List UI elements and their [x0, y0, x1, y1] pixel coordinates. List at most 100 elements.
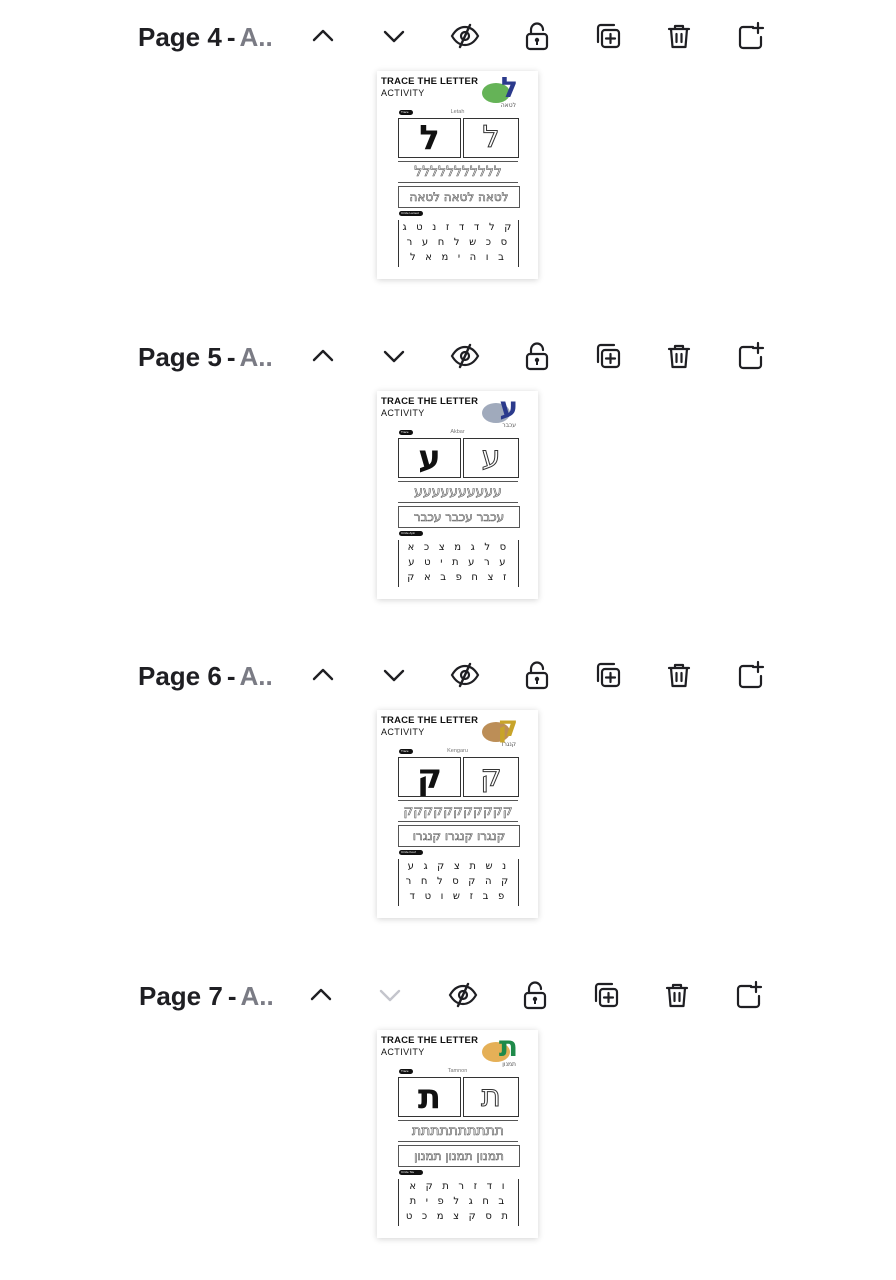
move-up-button[interactable]: [305, 338, 341, 374]
move-up-button[interactable]: [305, 18, 341, 54]
page-number: Page 6: [138, 661, 222, 691]
move-down-button[interactable]: [372, 977, 408, 1013]
page-title[interactable]: Page 4- A..: [138, 22, 273, 52]
lock-page-button[interactable]: [517, 977, 553, 1013]
trace-row-letters: קקקקקקקקקקק: [398, 800, 518, 822]
eye-slash-icon: [449, 659, 481, 691]
move-up-button[interactable]: [303, 977, 339, 1013]
featured-letter: ל: [501, 71, 518, 104]
add-page-icon: [734, 340, 766, 372]
letter-grid-row: ת ס ק צ מ כ ט: [405, 1211, 512, 1222]
letter-grid-row: ק ל ד ד ז נ ט ג: [402, 222, 515, 233]
letter-grid-row: נ ש ת צ ק ג ע: [407, 861, 510, 872]
hide-page-button[interactable]: [445, 977, 481, 1013]
worksheet-subtitle: ACTIVITY: [381, 408, 425, 418]
page-thumbnail[interactable]: TRACE THE LETTER ACTIVITY ת תמנון Tamnon Trac…: [377, 1030, 538, 1238]
featured-letter: ת: [498, 1030, 518, 1063]
duplicate-page-button[interactable]: [590, 18, 626, 54]
letter-grid-row: ו ד ז ר ת ק א: [409, 1181, 508, 1192]
page-thumbnail[interactable]: TRACE THE LETTER ACTIVITY ל לטאה Letah Trace ל…: [377, 71, 538, 279]
hebrew-word: עכבר: [502, 422, 516, 429]
worksheet-preview: TRACE THE LETTER ACTIVITY ל לטאה Letah Trace ל…: [377, 71, 538, 279]
trace-box-solid: ת: [398, 1077, 461, 1117]
trace-label-text: Trace: [401, 430, 409, 434]
delete-page-button[interactable]: [661, 18, 697, 54]
chevron-down-icon: [374, 979, 406, 1011]
page-entry: Page 4- A.. TRACE THE LETTER ACTIVITY ל לטאה L…: [0, 0, 896, 320]
chevron-up-icon: [307, 20, 339, 52]
lock-page-button[interactable]: [519, 657, 555, 693]
page-header: Page 5- A..: [0, 334, 896, 378]
letter-grid: נ ש ת צ ק ג ע ק ה ק ס ל ח ר פ ב ז ש ו ט ד: [398, 859, 519, 906]
worksheet-title: TRACE THE LETTER: [381, 76, 479, 87]
duplicate-icon: [592, 20, 624, 52]
add-page-button[interactable]: [730, 977, 766, 1013]
trace-box-solid: ק: [398, 757, 461, 797]
unlock-icon: [521, 340, 553, 372]
trace-label-text: Trace: [401, 110, 409, 114]
move-down-button[interactable]: [376, 338, 412, 374]
worksheet-title: TRACE THE LETTER: [381, 1035, 479, 1046]
hide-page-button[interactable]: [447, 18, 483, 54]
duplicate-page-button[interactable]: [590, 657, 626, 693]
hebrew-word: תמנון: [502, 1061, 516, 1068]
worksheet-preview: TRACE THE LETTER ACTIVITY ע עכבר Akbar Trace ע…: [377, 391, 538, 599]
add-page-button[interactable]: [732, 18, 768, 54]
eye-slash-icon: [449, 20, 481, 52]
letter-grid: ס ל ג מ צ כ א ע ר ע ת י ט ע ז צ ח פ ב א ק: [398, 540, 519, 587]
trace-letter-solid: ת: [417, 1077, 442, 1117]
unlock-icon: [519, 979, 551, 1011]
page-thumbnail[interactable]: TRACE THE LETTER ACTIVITY ע עכבר Akbar Trace ע…: [377, 391, 538, 599]
circle-label-text: Circle Kouf: [401, 850, 416, 854]
add-page-button[interactable]: [732, 657, 768, 693]
trace-label: Trace: [399, 749, 413, 754]
delete-page-button[interactable]: [659, 977, 695, 1013]
page-entry: Page 5- A.. TRACE THE LETTER ACTIVITY ע עכבר A…: [0, 320, 896, 640]
trace-box-solid: ע: [398, 438, 461, 478]
page-thumbnail[interactable]: TRACE THE LETTER ACTIVITY ק קנגרו Kengaru Tra…: [377, 710, 538, 918]
delete-page-button[interactable]: [661, 338, 697, 374]
circle-label: Circle Ayin: [399, 531, 423, 536]
hide-page-button[interactable]: [447, 338, 483, 374]
trace-label: Trace: [399, 1069, 413, 1074]
duplicate-icon: [592, 659, 624, 691]
page-title[interactable]: Page 5- A..: [138, 342, 273, 372]
trace-row-words: קנגרו קנגרו קנגרו: [398, 825, 520, 847]
letter-grid-row: ס כ ש ל ח ע ר: [406, 237, 511, 248]
letter-grid: ק ל ד ד ז נ ט ג ס כ ש ל ח ע ר ב ו ה י מ א …: [398, 220, 519, 267]
lock-page-button[interactable]: [519, 338, 555, 374]
unlock-icon: [521, 659, 553, 691]
eye-slash-icon: [449, 340, 481, 372]
page-title[interactable]: Page 6- A..: [138, 661, 273, 691]
page-name: A..: [239, 22, 273, 52]
circle-label: Circle Kouf: [399, 850, 423, 855]
page-header: Page 7- A..: [0, 973, 896, 1017]
trace-row-words: לטאה לטאה לטאה: [398, 186, 520, 208]
add-page-button[interactable]: [732, 338, 768, 374]
circle-label: Circle Lamed: [399, 211, 423, 216]
circle-label-text: Circle Lamed: [401, 211, 419, 215]
page-title[interactable]: Page 7- A..: [139, 981, 274, 1011]
trace-letter-dashed: ק: [480, 759, 502, 795]
chevron-up-icon: [307, 340, 339, 372]
page-title-separator: -: [226, 661, 236, 691]
page-number: Page 5: [138, 342, 222, 372]
page-header: Page 6- A..: [0, 653, 896, 697]
trace-label-text: Trace: [401, 749, 409, 753]
chevron-up-icon: [305, 979, 337, 1011]
duplicate-page-button[interactable]: [588, 977, 624, 1013]
move-down-button[interactable]: [376, 18, 412, 54]
delete-page-button[interactable]: [661, 657, 697, 693]
page-name: A..: [239, 661, 273, 691]
add-page-icon: [732, 979, 764, 1011]
trace-label: Trace: [399, 110, 413, 115]
lock-page-button[interactable]: [519, 18, 555, 54]
featured-letter: ע: [499, 391, 518, 424]
duplicate-page-button[interactable]: [590, 338, 626, 374]
move-up-button[interactable]: [305, 657, 341, 693]
hide-page-button[interactable]: [447, 657, 483, 693]
trace-box-solid: ל: [398, 118, 461, 158]
move-down-button[interactable]: [376, 657, 412, 693]
letter-grid-row: פ ב ז ש ו ט ד: [409, 891, 508, 902]
eye-slash-icon: [447, 979, 479, 1011]
